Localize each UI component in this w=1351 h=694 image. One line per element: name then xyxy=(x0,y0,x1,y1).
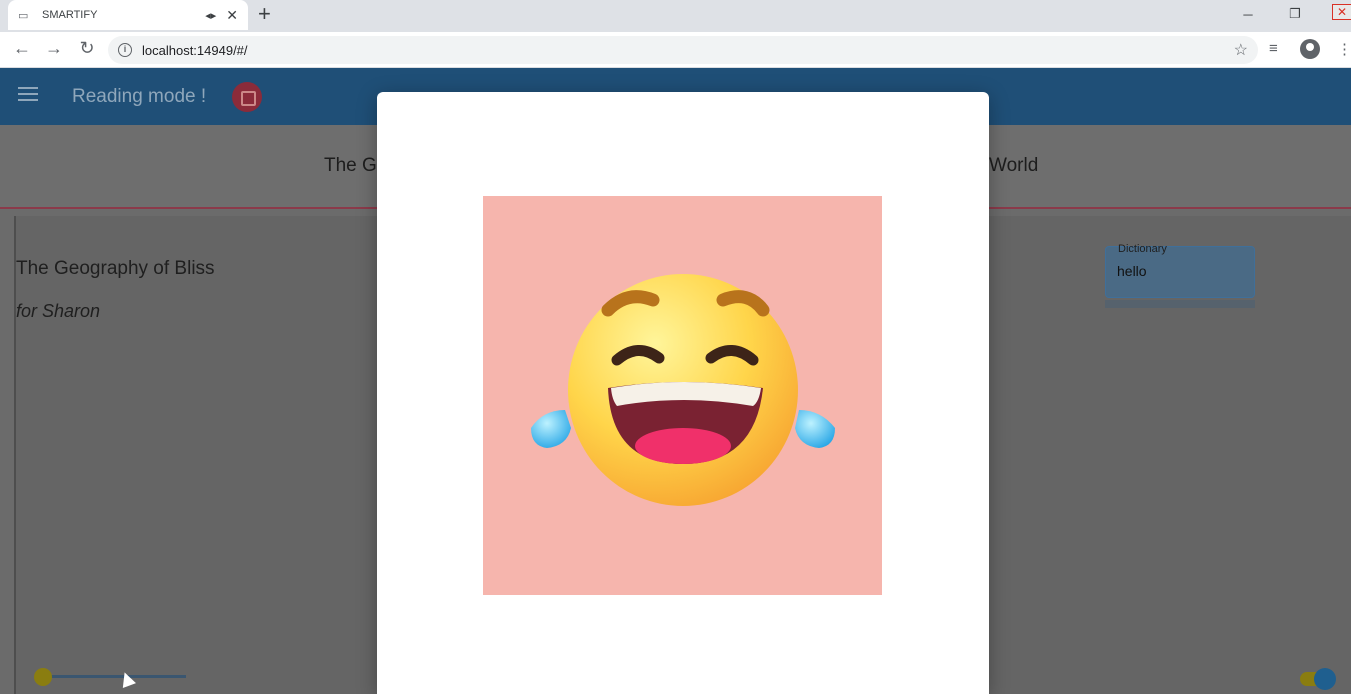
tab-title: SMARTIFY xyxy=(42,9,98,21)
dictionary-label: Dictionary xyxy=(1118,243,1167,255)
star-icon[interactable]: ☆ xyxy=(1234,40,1248,60)
back-icon[interactable]: ← xyxy=(10,38,34,59)
font-size-slider[interactable] xyxy=(34,668,194,686)
browser-tab[interactable]: ▭ SMARTIFY ◂▸ ✕ xyxy=(8,0,248,30)
hamburger-menu-icon[interactable] xyxy=(18,87,38,105)
restore-button[interactable]: ❐ xyxy=(1275,0,1315,28)
window-close-button[interactable]: ✕ xyxy=(1332,4,1351,20)
theme-toggle[interactable] xyxy=(1300,668,1336,690)
library-icon[interactable] xyxy=(232,82,262,112)
new-tab-button[interactable]: + xyxy=(258,2,271,26)
app-title: Reading mode ! xyxy=(72,86,207,107)
laughing-tears-emoji-icon xyxy=(531,274,835,506)
minimize-button[interactable]: ─ xyxy=(1228,0,1268,28)
heading-left-text: The G xyxy=(324,155,377,176)
dictionary-input-value: hello xyxy=(1117,263,1147,279)
url-text: localhost:14949/#/ xyxy=(142,42,248,58)
heading-right-text: World xyxy=(989,155,1039,176)
slider-track xyxy=(44,675,186,678)
slider-thumb[interactable] xyxy=(34,668,52,686)
tab-close-icon[interactable]: ✕ xyxy=(226,7,238,24)
poem-title: The Geography of Bliss xyxy=(16,258,215,279)
reload-icon[interactable]: ↻ xyxy=(75,38,99,59)
dictionary-underline xyxy=(1105,300,1255,308)
url-input[interactable]: i localhost:14949/#/ ☆ xyxy=(108,36,1258,64)
address-bar: ← → ↻ i localhost:14949/#/ ☆ ≡ ⋮ xyxy=(0,32,1351,68)
forward-icon[interactable]: → xyxy=(42,38,66,59)
toggle-thumb[interactable] xyxy=(1314,668,1336,690)
browser-tab-strip: ▭ SMARTIFY ◂▸ ✕ + ─ ❐ ✕ xyxy=(0,0,1351,32)
audio-icon[interactable]: ◂▸ xyxy=(205,9,216,22)
image-dialog xyxy=(377,92,989,694)
emoji-image xyxy=(483,196,882,595)
tab-favicon-icon: ▭ xyxy=(18,10,29,22)
media-icon[interactable]: ≡ xyxy=(1269,40,1278,57)
info-icon[interactable]: i xyxy=(118,43,132,57)
menu-dots-icon[interactable]: ⋮ xyxy=(1337,40,1351,58)
profile-icon[interactable] xyxy=(1300,39,1320,59)
poem-dedication: for Sharon xyxy=(16,301,101,321)
dictionary-field[interactable]: Dictionary hello xyxy=(1105,243,1255,298)
